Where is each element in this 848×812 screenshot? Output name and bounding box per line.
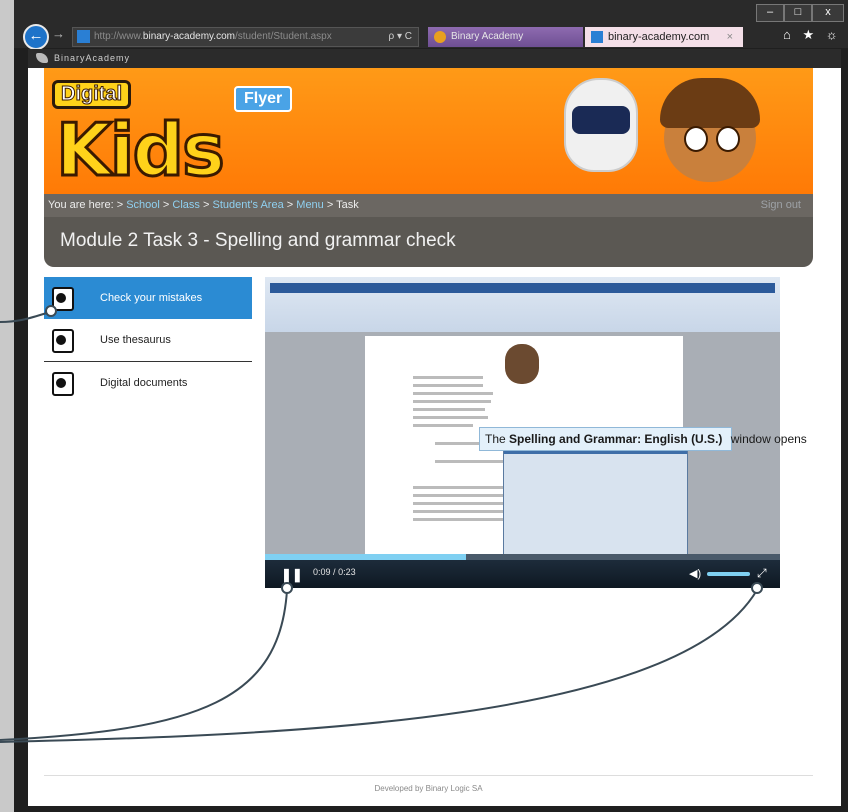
fullscreen-icon[interactable]: ⤢ — [757, 566, 767, 581]
tab-favicon-icon — [591, 31, 603, 43]
video-controls: ❚❚ 0:09 / 0:23 ◀) ⤢ — [265, 554, 780, 588]
menu-item-check-your-mistakes[interactable]: Check your mistakes — [44, 277, 252, 319]
video-icon — [52, 329, 74, 353]
breadcrumb-menu[interactable]: Menu — [296, 199, 324, 211]
maximize-button[interactable]: □ — [784, 4, 812, 22]
breadcrumb-prefix: You are here: — [48, 199, 114, 211]
brand-bar: BinaryAcademy — [28, 49, 841, 68]
menu-item-use-thesaurus[interactable]: Use thesaurus — [44, 319, 252, 361]
address-bar[interactable]: http://www.binary-academy.com/student/St… — [72, 27, 419, 47]
word-ribbon-screenshot — [265, 277, 780, 332]
menu-item-label: Digital documents — [100, 377, 188, 389]
url-prefix: http://www. — [94, 31, 143, 42]
banner-kids-logo: Kids — [55, 107, 227, 194]
volume-slider[interactable] — [707, 572, 750, 576]
footer-divider — [44, 775, 813, 776]
sign-out-link[interactable]: Sign out — [761, 194, 801, 217]
tab-binary-academy-com[interactable]: binary-academy.com × — [585, 27, 743, 47]
page-title: Module 2 Task 3 - Spelling and grammar c… — [44, 217, 813, 267]
banner-flyer-badge: Flyer — [234, 86, 293, 112]
brand-name: BinaryAcademy — [54, 53, 131, 63]
video-time: 0:09 / 0:23 — [313, 567, 356, 577]
url-path: /student/Student.aspx — [234, 31, 332, 42]
breadcrumb-current: Task — [336, 199, 359, 211]
minimize-button[interactable]: – — [756, 4, 784, 22]
task-menu: Check your mistakes Use thesaurus Digita… — [44, 277, 252, 404]
robot-illustration — [564, 78, 638, 172]
tab-label: Binary Academy — [451, 31, 524, 42]
site-favicon-icon — [77, 30, 90, 43]
volume-icon[interactable]: ◀) — [689, 567, 701, 580]
pause-button[interactable]: ❚❚ — [281, 567, 303, 583]
banner-digital-text: Digital — [52, 80, 132, 109]
video-caption-tooltip: The Spelling and Grammar: English (U.S.)… — [479, 427, 807, 451]
menu-item-digital-documents[interactable]: Digital documents — [44, 362, 252, 404]
footer-credit: Developed by Binary Logic SA — [374, 784, 483, 793]
menu-item-label: Use thesaurus — [100, 334, 171, 346]
tab-favicon-icon — [434, 31, 446, 43]
close-tab-icon[interactable]: × — [727, 27, 733, 47]
forward-button[interactable]: → — [52, 26, 65, 41]
breadcrumb: You are here: > School > Class > Student… — [44, 194, 813, 217]
menu-item-label: Check your mistakes — [100, 292, 203, 304]
boy-illustration — [654, 78, 774, 194]
binary-academy-logo-icon — [36, 53, 48, 63]
breadcrumb-students-area[interactable]: Student's Area — [213, 199, 284, 211]
close-window-button[interactable]: x — [812, 4, 844, 22]
url-domain: binary-academy.com — [142, 31, 235, 42]
video-icon — [52, 287, 74, 311]
video-progress-bar[interactable] — [265, 554, 780, 560]
breadcrumb-school[interactable]: School — [126, 199, 160, 211]
breadcrumb-class[interactable]: Class — [172, 199, 200, 211]
digital-kids-banner: Digital Flyer Kids — [44, 68, 813, 194]
document-icon — [52, 372, 74, 396]
back-button[interactable]: ← — [23, 24, 49, 50]
home-favorites-settings-icons[interactable]: ⌂ ★ ☼ — [783, 27, 842, 43]
search-refresh-icon[interactable]: ρ ▾ C — [389, 28, 413, 46]
tab-label: binary-academy.com — [608, 31, 710, 43]
tab-binary-academy[interactable]: Binary Academy — [428, 27, 583, 47]
